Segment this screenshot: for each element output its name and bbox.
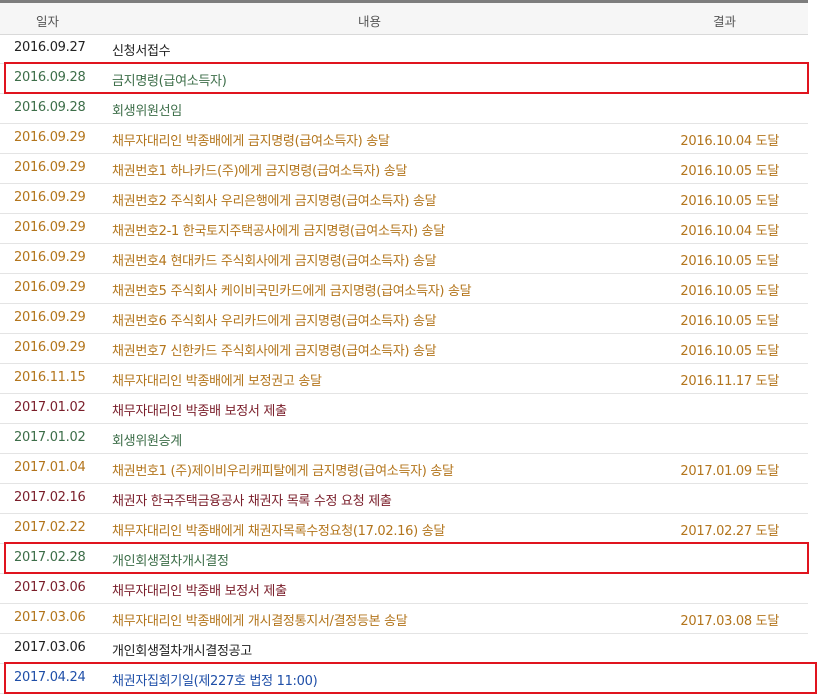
row-content: 채권번호2-1 한국토지주택공사에게 금지명령(급여소득자) 송달 — [112, 224, 445, 239]
header-content: 내용 — [358, 14, 382, 29]
row-date: 2016.09.29 — [14, 310, 86, 325]
row-content: 채권번호2 주식회사 우리은행에게 금지명령(급여소득자) 송달 — [112, 194, 437, 209]
row-highlight-box — [4, 662, 817, 694]
row-date: 2017.01.04 — [14, 460, 86, 475]
row-date: 2016.09.28 — [14, 100, 86, 115]
row-content: 채무자대리인 박종배에게 채권자목록수정요청(17.02.16) 송달 — [112, 524, 446, 539]
row-content: 채무자대리인 박종배에게 보정권고 송달 — [112, 374, 322, 389]
row-date: 2017.01.02 — [14, 400, 86, 415]
table-row: 2017.01.02 회생위원승계 — [0, 424, 808, 454]
row-result: 2017.03.08 도달 — [680, 614, 779, 629]
row-content: 채무자대리인 박종배에게 금지명령(급여소득자) 송달 — [112, 134, 390, 149]
row-content: 채권번호4 현대카드 주식회사에게 금지명령(급여소득자) 송달 — [112, 254, 437, 269]
row-date: 2016.09.29 — [14, 340, 86, 355]
table-row: 2016.09.29 채권번호2-1 한국토지주택공사에게 금지명령(급여소득자)… — [0, 214, 808, 244]
row-result: 2016.10.04 도달 — [680, 224, 779, 239]
row-highlight-box — [4, 542, 809, 574]
row-content: 채무자대리인 박종배 보정서 제출 — [112, 584, 287, 599]
row-result: 2016.10.05 도달 — [680, 194, 779, 209]
header-date: 일자 — [36, 14, 60, 29]
row-content: 회생위원승계 — [112, 434, 182, 449]
row-content: 채권번호7 신한카드 주식회사에게 금지명령(급여소득자) 송달 — [112, 344, 437, 359]
table-row: 2016.11.15 채무자대리인 박종배에게 보정권고 송달 2016.11.17… — [0, 364, 808, 394]
table-row: 2017.03.06 채무자대리인 박종배 보정서 제출 — [0, 574, 808, 604]
row-content: 채권번호1 하나카드(주)에게 금지명령(급여소득자) 송달 — [112, 164, 408, 179]
table-row: 2016.09.29 채권번호2 주식회사 우리은행에게 금지명령(급여소득자) … — [0, 184, 808, 214]
table-row: 2016.09.29 채권번호1 하나카드(주)에게 금지명령(급여소득자) 송달… — [0, 154, 808, 184]
table-row: 2016.09.28 회생위원선임 — [0, 94, 808, 124]
row-result: 2017.02.27 도달 — [680, 524, 779, 539]
table-row: 2016.09.29 채권번호6 주식회사 우리카드에게 금지명령(급여소득자) … — [0, 304, 808, 334]
row-content: 채권자 한국주택금융공사 채권자 목록 수정 요청 제출 — [112, 494, 392, 509]
row-result: 2017.01.09 도달 — [680, 464, 779, 479]
row-content: 채권번호5 주식회사 케이비국민카드에게 금지명령(급여소득자) 송달 — [112, 284, 472, 299]
row-date: 2017.03.06 — [14, 610, 86, 625]
row-date: 2016.09.27 — [14, 40, 86, 55]
row-result: 2016.10.05 도달 — [680, 344, 779, 359]
row-date: 2017.02.22 — [14, 520, 86, 535]
row-result: 2016.10.05 도달 — [680, 254, 779, 269]
row-result: 2016.10.05 도달 — [680, 314, 779, 329]
table-row: 2016.09.27 신청서접수 — [0, 34, 808, 64]
row-content: 채권번호6 주식회사 우리카드에게 금지명령(급여소득자) 송달 — [112, 314, 437, 329]
row-date: 2016.09.29 — [14, 190, 86, 205]
row-date: 2016.09.29 — [14, 220, 86, 235]
table-row: 2017.02.22 채무자대리인 박종배에게 채권자목록수정요청(17.02.1… — [0, 514, 808, 544]
row-result: 2016.10.05 도달 — [680, 284, 779, 299]
row-result: 2016.10.04 도달 — [680, 134, 779, 149]
table-row: 2016.09.29 채무자대리인 박종배에게 금지명령(급여소득자) 송달 201… — [0, 124, 808, 154]
row-date: 2017.02.16 — [14, 490, 86, 505]
row-date: 2016.09.29 — [14, 160, 86, 175]
row-date: 2017.03.06 — [14, 640, 86, 655]
row-date: 2016.09.29 — [14, 280, 86, 295]
table-row: 2017.01.04 채권번호1 (주)제이비우리캐피탈에게 금지명령(급여소득자… — [0, 454, 808, 484]
table-row: 2016.09.29 채권번호4 현대카드 주식회사에게 금지명령(급여소득자) … — [0, 244, 808, 274]
table-row: 2017.03.06 개인회생절차개시결정공고 — [0, 634, 808, 664]
row-date: 2017.01.02 — [14, 430, 86, 445]
row-content: 채권번호1 (주)제이비우리캐피탈에게 금지명령(급여소득자) 송달 — [112, 464, 454, 479]
table-row: 2017.02.16 채권자 한국주택금융공사 채권자 목록 수정 요청 제출 — [0, 484, 808, 514]
header-result: 결과 — [713, 14, 737, 29]
table-row: 2016.09.29 채권번호5 주식회사 케이비국민카드에게 금지명령(급여소득… — [0, 274, 808, 304]
table-header: 일자 내용 결과 — [0, 3, 808, 35]
table-row: 2017.01.02 채무자대리인 박종배 보정서 제출 — [0, 394, 808, 424]
row-result: 2016.10.05 도달 — [680, 164, 779, 179]
row-highlight-box — [4, 62, 809, 94]
row-content: 채무자대리인 박종배에게 개시결정통지서/결정등본 송달 — [112, 614, 408, 629]
row-date: 2016.11.15 — [14, 370, 86, 385]
row-date: 2017.03.06 — [14, 580, 86, 595]
row-date: 2016.09.29 — [14, 130, 86, 145]
row-result: 2016.11.17 도달 — [680, 374, 779, 389]
row-content: 채무자대리인 박종배 보정서 제출 — [112, 404, 287, 419]
table-row: 2016.09.29 채권번호7 신한카드 주식회사에게 금지명령(급여소득자) … — [0, 334, 808, 364]
row-content: 신청서접수 — [112, 44, 171, 59]
row-content: 개인회생절차개시결정공고 — [112, 644, 252, 659]
row-date: 2016.09.29 — [14, 250, 86, 265]
row-content: 회생위원선임 — [112, 104, 182, 119]
table-row: 2017.03.06 채무자대리인 박종배에게 개시결정통지서/결정등본 송달 20… — [0, 604, 808, 634]
